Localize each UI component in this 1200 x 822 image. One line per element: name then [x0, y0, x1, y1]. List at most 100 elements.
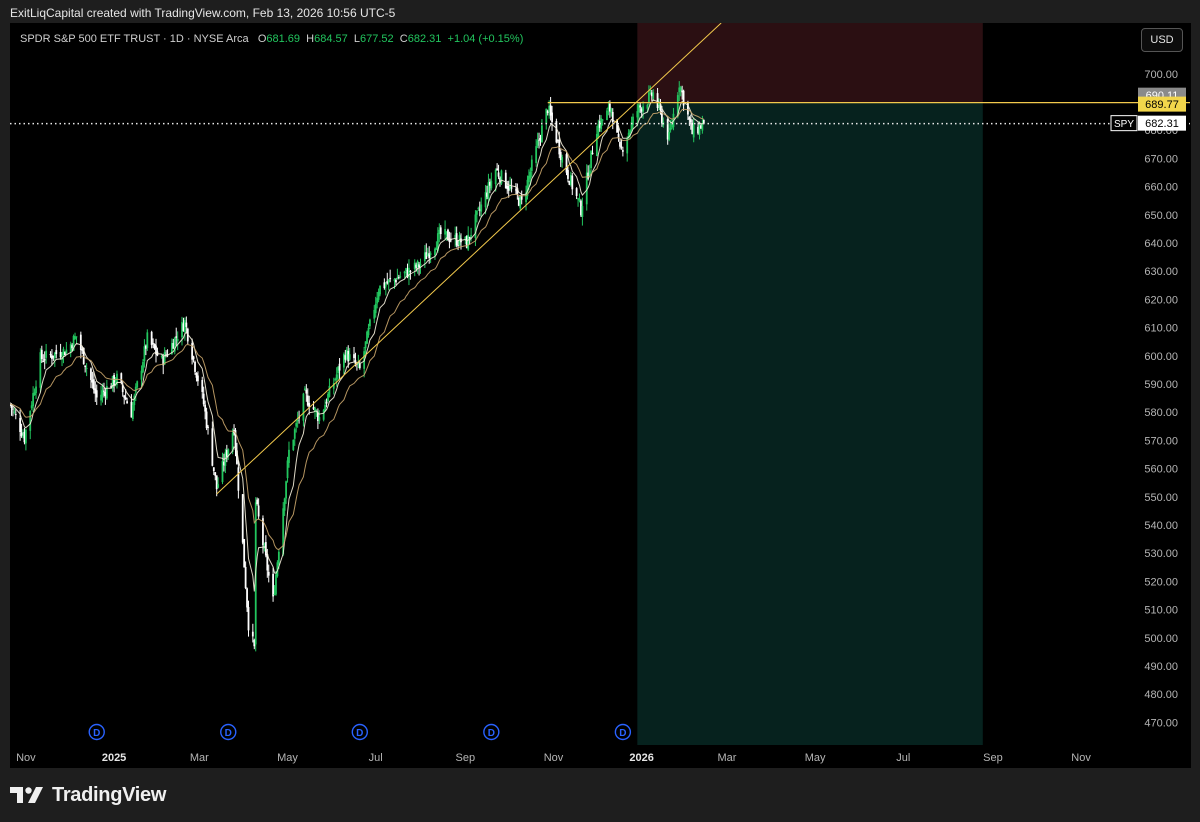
candle-body [358, 363, 361, 369]
candle-body [237, 467, 240, 491]
price-chart[interactable]: D D D D D 470.00 480.00 490.00 500.00 510.00 520.… [10, 23, 1191, 768]
candle-body [647, 92, 650, 104]
candle-body [639, 105, 642, 108]
candle-body [214, 472, 217, 476]
candle-body [272, 573, 274, 597]
dividend-marker-label: D [488, 728, 495, 739]
stop-loss-zone [637, 23, 983, 103]
price-axis-tick-label: 700.00 [1144, 69, 1178, 81]
candle-body [571, 175, 574, 190]
price-axis-tick-label: 470.00 [1144, 717, 1178, 729]
candle-body [55, 350, 58, 355]
candle-body [595, 133, 598, 157]
candle-body [286, 460, 289, 479]
time-axis-tick-label: Nov [1071, 752, 1091, 764]
candle-body [256, 499, 259, 505]
candle-body [389, 277, 392, 280]
dividend-marker-label: D [356, 728, 363, 739]
time-axis-tick-label: Sep [983, 752, 1003, 764]
candle-body [40, 349, 43, 360]
candle-body [244, 566, 247, 589]
price-axis-tick-label: 580.00 [1144, 407, 1178, 419]
candle-body [185, 322, 188, 327]
candle-body [207, 426, 209, 428]
high-value: 684.57 [314, 33, 348, 45]
currency-button[interactable]: USD [1141, 28, 1183, 52]
candle-body [601, 119, 604, 121]
candle-body [251, 631, 254, 637]
candle-body [212, 467, 215, 471]
candle-body [642, 106, 645, 112]
time-axis-tick-label: 2025 [102, 752, 126, 764]
candle-body [176, 338, 179, 342]
candle-body [387, 279, 390, 283]
candle-body [652, 92, 655, 99]
candle-body [65, 349, 68, 353]
tradingview-logo[interactable]: TradingView [10, 782, 166, 808]
price-axis-tick-label: 510.00 [1144, 605, 1178, 617]
candle-body [217, 484, 220, 488]
candle-body [211, 428, 214, 466]
candle-body [541, 125, 543, 143]
candle-body [575, 188, 578, 196]
ma-fast-line [10, 99, 704, 592]
candle-body [369, 319, 371, 327]
dividend-marker: D [88, 723, 105, 741]
price-label: 689.77 [1138, 96, 1186, 112]
candle-body [535, 146, 538, 164]
candle-body [277, 551, 280, 565]
candle-body [353, 354, 355, 359]
candle-body [536, 140, 539, 146]
dividend-marker: D [351, 723, 369, 741]
dividend-marker-label: D [93, 728, 100, 739]
candle-body [606, 110, 608, 121]
price-axis-tick-label: 610.00 [1144, 323, 1178, 335]
candle-body [565, 154, 568, 173]
candle-body [241, 494, 244, 543]
candle-body [201, 380, 204, 392]
dividend-marker-label: D [619, 728, 626, 739]
time-axis-tick-label: Jul [369, 752, 383, 764]
time-axis-tick-label: Mar [717, 752, 736, 764]
price-axis-tick-label: 640.00 [1144, 238, 1178, 250]
candle-body [619, 141, 621, 147]
time-axis-tick-label: Mar [190, 752, 209, 764]
candle-body [399, 276, 402, 278]
candle-body [578, 198, 581, 201]
price-axis: 470.00 480.00 490.00 500.00 510.00 520.00 530.… [1144, 41, 1178, 730]
candle-body [42, 360, 45, 362]
time-axis-tick-label: Sep [456, 752, 476, 764]
chart-credit: ExitLiqCapital created with TradingView.… [10, 6, 396, 20]
candle-body [692, 124, 695, 138]
symbol-tag-text: SPY [1114, 119, 1134, 130]
price-axis-tick-label: 650.00 [1144, 210, 1178, 222]
time-axis-tick-label: May [805, 752, 826, 764]
candle-body [152, 343, 155, 345]
candle-body [419, 263, 422, 266]
price-label-text: 682.31 [1145, 118, 1179, 130]
candle-body [292, 439, 295, 450]
candle-body [439, 227, 442, 235]
candle-body [646, 104, 649, 109]
close-value: 682.31 [407, 33, 442, 45]
candle-body [192, 356, 195, 360]
candle-body [175, 336, 178, 338]
footer: TradingView [0, 768, 1200, 822]
ma-slow-line [10, 108, 704, 550]
candle-body [477, 207, 480, 209]
candle-body [335, 374, 338, 380]
candle-body [561, 157, 564, 163]
candle-body [59, 351, 62, 358]
candle-body [126, 401, 128, 404]
candle-body [35, 386, 37, 394]
candle-body [303, 388, 306, 391]
candle-body [679, 87, 682, 91]
price-axis-tick-label: 520.00 [1144, 576, 1178, 588]
candle-body [621, 150, 624, 152]
candle-body [318, 417, 321, 421]
candle-body [325, 401, 328, 404]
chart-area[interactable]: D D D D D 470.00 480.00 490.00 500.00 510.00 520.… [10, 23, 1191, 768]
candle-body [90, 368, 92, 380]
change-value: +1.04 (+0.15%) [447, 33, 524, 45]
candle-body [243, 539, 246, 568]
